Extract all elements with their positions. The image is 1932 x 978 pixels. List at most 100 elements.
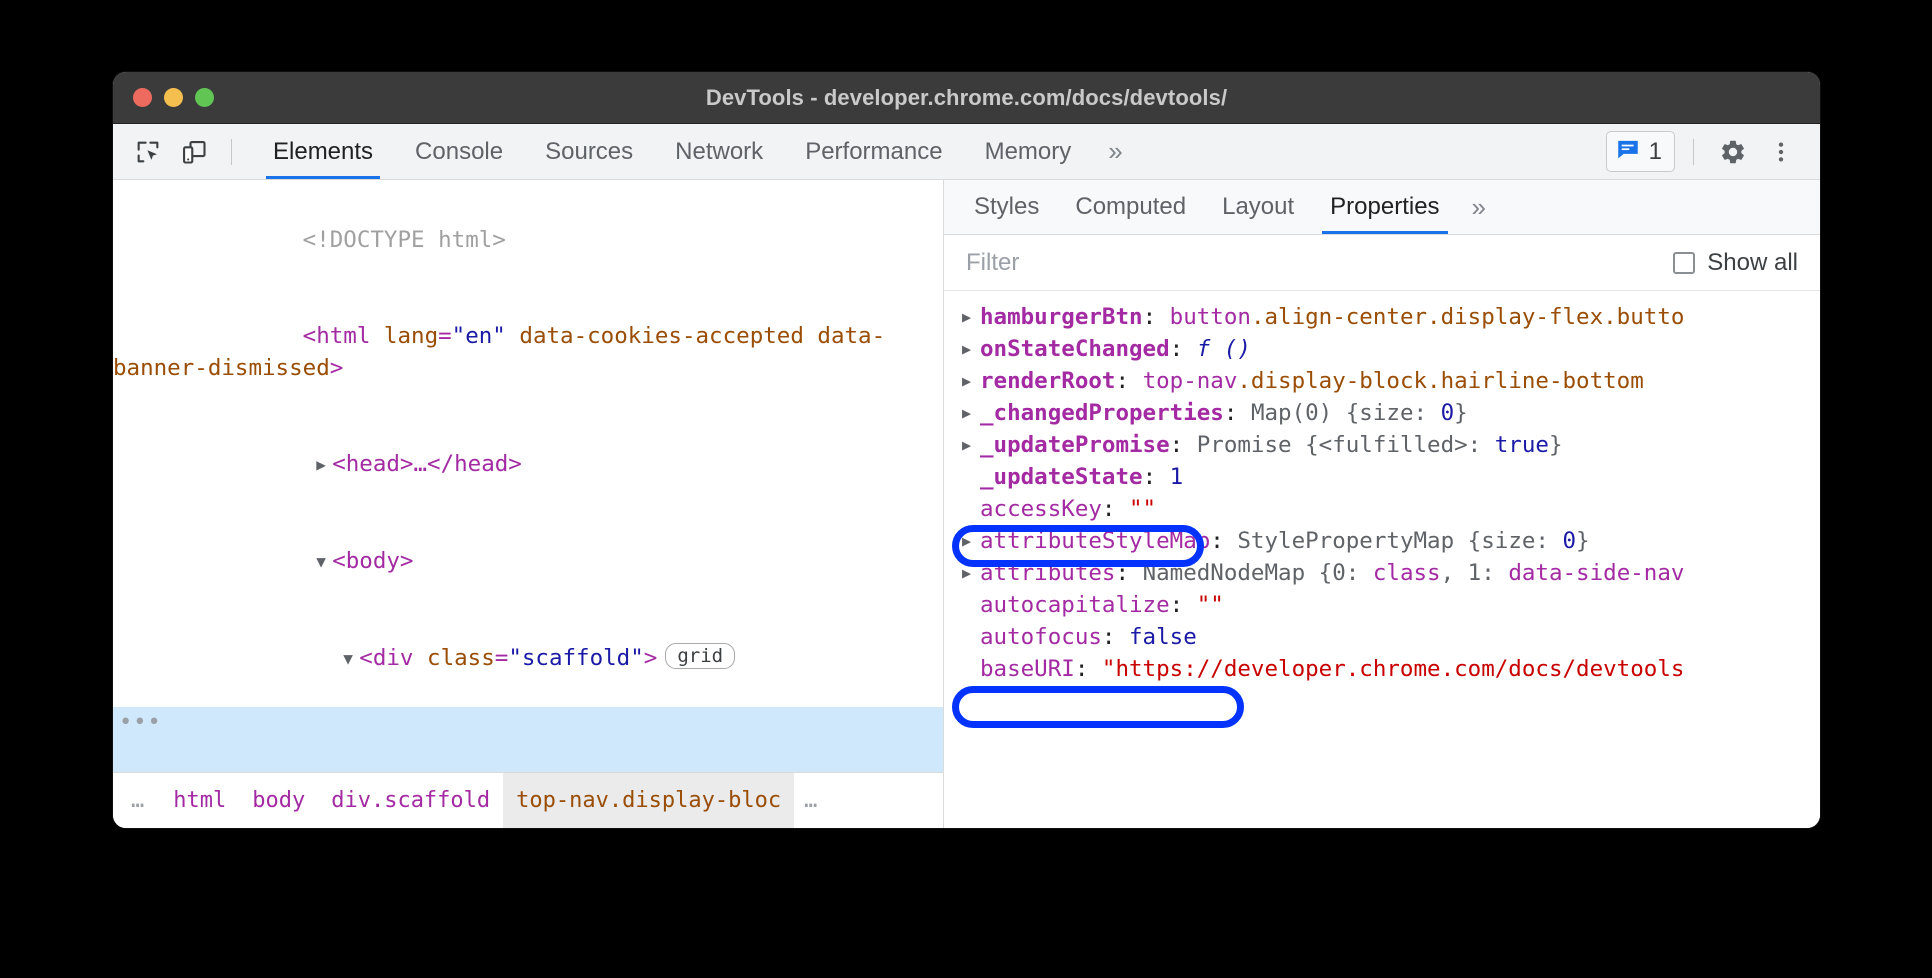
- html-tagname: html: [316, 323, 370, 349]
- property-row-updateState[interactable]: _updateState: 1: [944, 461, 1820, 493]
- close-window-button[interactable]: [133, 88, 152, 107]
- property-row-updatePromise[interactable]: ▶_updatePromise: Promise {<fulfilled>: t…: [944, 429, 1820, 461]
- expand-updatePromise-icon[interactable]: ▶: [962, 429, 980, 461]
- breadcrumb-item-html[interactable]: html: [160, 773, 239, 828]
- breadcrumb-left-overflow[interactable]: …: [113, 788, 160, 813]
- show-all-checkbox[interactable]: [1673, 252, 1695, 274]
- tab-properties[interactable]: Properties: [1312, 180, 1457, 234]
- filter-bar: Show all: [944, 235, 1820, 291]
- dom-row-html[interactable]: <html lang="en" data-cookies-accepted da…: [113, 288, 943, 416]
- panel-tabs: Elements Console Sources Network Perform…: [252, 124, 1139, 179]
- dom-row-head[interactable]: ▶<head>…</head>: [113, 416, 943, 513]
- property-row-renderRoot[interactable]: ▶renderRoot: top-nav.display-block.hairl…: [944, 365, 1820, 397]
- property-row-accessKey[interactable]: accessKey: "": [944, 493, 1820, 525]
- breadcrumb-item-top-nav[interactable]: top-nav.display-bloc: [503, 773, 794, 828]
- grid-badge[interactable]: grid: [665, 643, 735, 669]
- property-value-key-0: class: [1373, 560, 1441, 586]
- tab-layout[interactable]: Layout: [1204, 180, 1312, 234]
- property-name: baseURI: [980, 656, 1075, 682]
- tab-sources-label: Sources: [545, 138, 633, 166]
- device-toolbar-icon[interactable]: [173, 131, 215, 173]
- expand-attributes-icon[interactable]: ▶: [962, 557, 980, 589]
- tab-computed[interactable]: Computed: [1057, 180, 1204, 234]
- property-row-autofocus[interactable]: autofocus: false: [944, 621, 1820, 653]
- more-tabs-chevron-icon[interactable]: »: [1092, 124, 1138, 179]
- property-name: hamburgerBtn: [980, 304, 1143, 330]
- expand-attributeStyleMap-icon[interactable]: ▶: [962, 525, 980, 557]
- div-gt: >: [644, 645, 658, 671]
- message-count-badge[interactable]: 1: [1606, 131, 1675, 172]
- tab-memory-label: Memory: [985, 138, 1072, 166]
- tab-performance[interactable]: Performance: [784, 124, 963, 179]
- property-row-attributeStyleMap[interactable]: ▶attributeStyleMap: StylePropertyMap {si…: [944, 525, 1820, 557]
- tab-layout-label: Layout: [1222, 193, 1294, 221]
- tab-sources[interactable]: Sources: [524, 124, 654, 179]
- expand-hamburgerBtn-icon[interactable]: ▶: [962, 301, 980, 333]
- body-tag-text: <body>: [332, 548, 413, 574]
- minimize-window-button[interactable]: [164, 88, 183, 107]
- toolbar-divider-right: [1693, 139, 1694, 165]
- devtools-window: DevTools - developer.chrome.com/docs/dev…: [113, 72, 1820, 828]
- expand-onStateChanged-icon[interactable]: ▶: [962, 333, 980, 365]
- dom-row-div-scaffold[interactable]: ▼<div class="scaffold">grid: [113, 610, 943, 707]
- property-value-boolean: false: [1129, 624, 1197, 650]
- dom-tree[interactable]: <!DOCTYPE html> <html lang="en" data-coo…: [113, 180, 943, 772]
- property-value-object-end: }: [1576, 528, 1590, 554]
- row-overflow-dots[interactable]: •••: [119, 707, 162, 739]
- property-name: _updateState: [980, 464, 1143, 490]
- tab-performance-label: Performance: [805, 138, 942, 166]
- gear-icon[interactable]: [1712, 131, 1754, 173]
- dom-row-body[interactable]: ▼<body>: [113, 513, 943, 610]
- dom-row-top-nav[interactable]: ••• ▶<top-nav class="display-block hairl…: [113, 707, 943, 772]
- expand-changedProperties-icon[interactable]: ▶: [962, 397, 980, 429]
- devtools-toolbar: Elements Console Sources Network Perform…: [113, 124, 1820, 180]
- property-value-string: "": [1129, 496, 1156, 522]
- tab-console-label: Console: [415, 138, 503, 166]
- tab-console[interactable]: Console: [394, 124, 524, 179]
- sidebar-more-chevron-icon[interactable]: »: [1458, 180, 1500, 234]
- traffic-lights: [133, 88, 214, 107]
- dom-row-doctype[interactable]: <!DOCTYPE html>: [113, 192, 943, 288]
- div-class-attr: class: [413, 645, 494, 671]
- html-lang-eq: =: [438, 323, 452, 349]
- property-row-attributes[interactable]: ▶attributes: NamedNodeMap {0: class, 1: …: [944, 557, 1820, 589]
- html-lt: <: [303, 323, 317, 349]
- screen-root: DevTools - developer.chrome.com/docs/dev…: [0, 0, 1932, 978]
- window-titlebar: DevTools - developer.chrome.com/docs/dev…: [113, 72, 1820, 124]
- property-name: _changedProperties: [980, 400, 1224, 426]
- breadcrumb-item-div-scaffold[interactable]: div.scaffold: [318, 773, 503, 828]
- expand-head-icon[interactable]: ▶: [316, 449, 332, 481]
- tab-properties-label: Properties: [1330, 193, 1439, 221]
- property-value-boolean: true: [1495, 432, 1549, 458]
- property-value-string: "": [1197, 592, 1224, 618]
- inspect-element-icon[interactable]: [127, 131, 169, 173]
- breadcrumb-right-overflow[interactable]: …: [794, 788, 829, 813]
- tab-memory[interactable]: Memory: [964, 124, 1093, 179]
- property-value-node: button: [1170, 304, 1251, 330]
- tab-styles[interactable]: Styles: [956, 180, 1057, 234]
- collapse-div-icon[interactable]: ▼: [343, 643, 359, 675]
- tab-elements[interactable]: Elements: [252, 124, 394, 179]
- expand-renderRoot-icon[interactable]: ▶: [962, 365, 980, 397]
- property-row-baseURI[interactable]: baseURI: "https://developer.chrome.com/d…: [944, 653, 1820, 685]
- tab-network-label: Network: [675, 138, 763, 166]
- filter-input[interactable]: [966, 249, 1673, 277]
- property-value-string: "https://developer.chrome.com/docs/devto…: [1102, 656, 1684, 682]
- kebab-menu-icon[interactable]: [1760, 131, 1802, 173]
- property-row-autocapitalize[interactable]: autocapitalize: "": [944, 589, 1820, 621]
- property-value-object: Map(0) {size:: [1251, 400, 1441, 426]
- show-all-label: Show all: [1707, 249, 1798, 277]
- breadcrumb-item-body[interactable]: body: [239, 773, 318, 828]
- property-row-onStateChanged[interactable]: ▶onStateChanged: f (): [944, 333, 1820, 365]
- property-name: accessKey: [980, 496, 1102, 522]
- tab-network[interactable]: Network: [654, 124, 784, 179]
- show-all-toggle[interactable]: Show all: [1673, 249, 1798, 277]
- property-value-object: StylePropertyMap {size:: [1237, 528, 1562, 554]
- collapse-body-icon[interactable]: ▼: [316, 546, 332, 578]
- html-cookies-attr: data-cookies-accepted: [506, 323, 804, 349]
- property-row-hamburgerBtn[interactable]: ▶hamburgerBtn: button.align-center.displ…: [944, 301, 1820, 333]
- property-value-object-end: }: [1454, 400, 1468, 426]
- property-row-changedProperties[interactable]: ▶_changedProperties: Map(0) {size: 0}: [944, 397, 1820, 429]
- maximize-window-button[interactable]: [195, 88, 214, 107]
- properties-list[interactable]: ▶hamburgerBtn: button.align-center.displ…: [944, 291, 1820, 828]
